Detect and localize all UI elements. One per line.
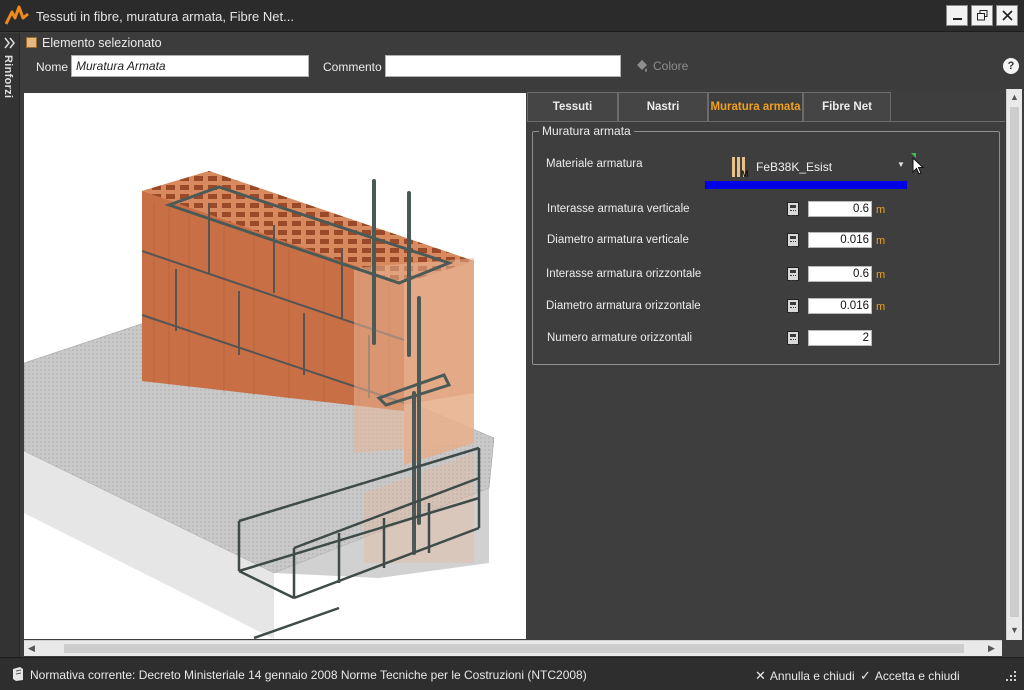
checkmark-icon: ✓ xyxy=(860,668,871,683)
color-label: Colore xyxy=(653,59,689,73)
sidebar-label: Rinforzi xyxy=(2,55,14,99)
vertical-scrollbar[interactable]: ▲ ▼ xyxy=(1006,89,1022,640)
name-field[interactable] xyxy=(71,55,309,77)
calculator-icon[interactable] xyxy=(787,233,799,247)
diametro-orizzontale-field[interactable] xyxy=(808,298,872,314)
horizontal-scroll-thumb[interactable] xyxy=(64,644,964,653)
tab-tessuti[interactable]: Tessuti xyxy=(527,92,618,122)
selected-element-label: Elemento selezionato xyxy=(42,36,162,50)
chevron-down-icon[interactable]: ▼ xyxy=(897,160,905,169)
scroll-up-icon[interactable]: ▲ xyxy=(1010,92,1019,102)
interasse-verticale-field[interactable] xyxy=(808,201,872,217)
calculator-icon[interactable] xyxy=(787,299,799,313)
calculator-icon[interactable] xyxy=(787,267,799,281)
tab-nastri[interactable]: Nastri xyxy=(618,92,708,122)
properties-panel: Tessuti Nastri Muratura armata Fibre Net… xyxy=(527,89,1005,640)
numero-orizzontali-field[interactable] xyxy=(808,330,872,346)
unit-label: m xyxy=(876,235,886,247)
field-label-numero-orizzontali: Numero armature orizzontali xyxy=(547,332,693,344)
sidebar-rinforzi[interactable]: Rinforzi xyxy=(0,33,20,657)
restore-button[interactable] xyxy=(971,5,993,26)
accept-close-label: Accetta e chiudi xyxy=(874,669,960,683)
rebar-material-icon: M xyxy=(732,157,749,178)
scroll-left-icon[interactable]: ◀ xyxy=(28,643,35,654)
cancel-close-label: Annulla e chiudi xyxy=(769,669,855,683)
material-label: Materiale armatura xyxy=(546,158,643,170)
unit-label: m xyxy=(876,269,886,281)
close-button[interactable] xyxy=(996,5,1018,26)
minimize-button[interactable] xyxy=(946,5,968,26)
comment-label: Commento xyxy=(323,60,382,74)
paint-bucket-icon xyxy=(634,59,649,77)
accept-close-button[interactable]: ✓ Accetta e chiudi xyxy=(860,668,960,684)
svg-text:M: M xyxy=(741,169,749,178)
calculator-icon[interactable] xyxy=(787,202,799,216)
field-label-diametro-orizzontale: Diametro armatura orizzontale xyxy=(546,300,701,312)
tab-fibre-net[interactable]: Fibre Net xyxy=(803,92,891,122)
unit-label: m xyxy=(876,204,886,216)
status-bar: Normativa corrente: Decreto Ministeriale… xyxy=(0,657,1024,690)
group-title: Muratura armata xyxy=(539,124,634,138)
close-icon: ✕ xyxy=(755,668,766,683)
regulation-book-icon xyxy=(13,667,23,681)
title-bar: Tessuti in fibre, muratura armata, Fibre… xyxy=(0,0,1024,32)
help-icon[interactable]: ? xyxy=(1003,58,1019,74)
tab-muratura-armata[interactable]: Muratura armata xyxy=(708,92,803,122)
minimize-icon xyxy=(953,18,962,20)
horizontal-scrollbar[interactable]: ◀ ▶ xyxy=(24,640,1002,656)
material-highlight-bar xyxy=(705,181,907,189)
selected-element-checkbox[interactable] xyxy=(26,37,37,48)
tab-divider xyxy=(527,121,1005,122)
field-label-diametro-verticale: Diametro armatura verticale xyxy=(547,234,689,246)
cursor-pick-icon[interactable] xyxy=(909,153,927,175)
material-select[interactable]: FeB38K_Esist xyxy=(756,160,832,174)
resize-grip-icon[interactable] xyxy=(1004,669,1018,683)
vertical-scroll-thumb[interactable] xyxy=(1010,107,1019,617)
reinforced-masonry-illustration xyxy=(24,93,526,639)
app-logo-icon xyxy=(5,5,29,25)
window-title: Tessuti in fibre, muratura armata, Fibre… xyxy=(36,9,294,24)
masonry-drawing xyxy=(24,171,495,639)
normativa-text: Normativa corrente: Decreto Ministeriale… xyxy=(30,668,587,682)
field-label-interasse-orizzontale: Interasse armatura orizzontale xyxy=(546,268,702,280)
field-label-interasse-verticale: Interasse armatura verticale xyxy=(547,203,690,215)
interasse-orizzontale-field[interactable] xyxy=(808,266,872,282)
cancel-close-button[interactable]: ✕ Annulla e chiudi xyxy=(755,668,855,684)
diametro-verticale-field[interactable] xyxy=(808,232,872,248)
name-label: Nome xyxy=(36,60,69,74)
close-icon xyxy=(1002,10,1013,21)
comment-field[interactable] xyxy=(385,55,621,77)
calculator-icon[interactable] xyxy=(787,331,799,345)
unit-label: m xyxy=(876,301,886,313)
restore-icon xyxy=(977,10,988,21)
scroll-down-icon[interactable]: ▼ xyxy=(1010,625,1019,635)
double-chevron-icon[interactable] xyxy=(4,37,16,49)
scroll-right-icon[interactable]: ▶ xyxy=(988,643,995,654)
